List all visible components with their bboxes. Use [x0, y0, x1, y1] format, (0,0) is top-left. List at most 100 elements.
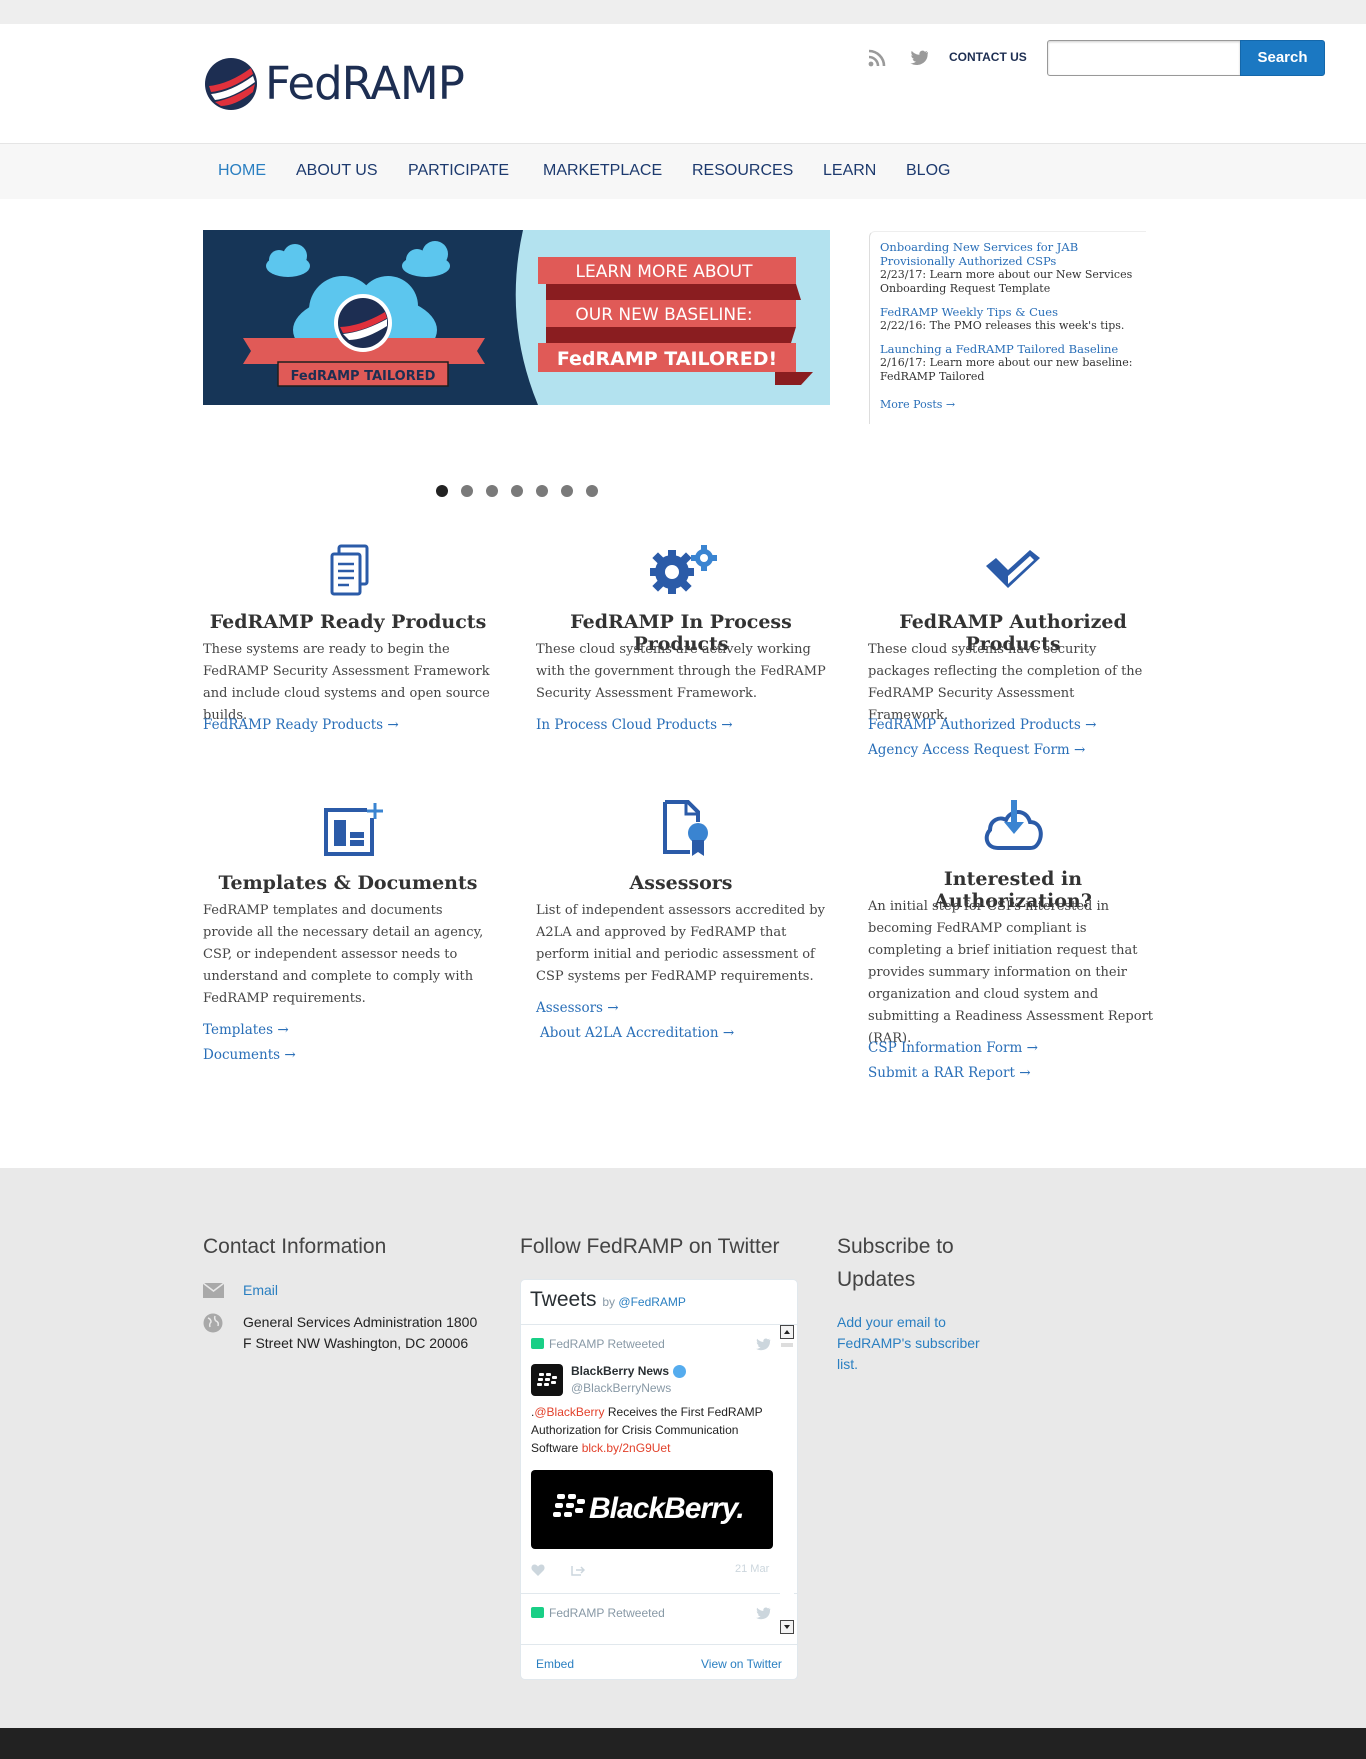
tweets-title: Tweets	[530, 1288, 597, 1311]
feature-link[interactable]: Agency Access Request Form →	[868, 742, 1085, 758]
slider-dot[interactable]	[486, 485, 498, 497]
news-desc: 2/22/16: The PMO releases this week's ti…	[880, 319, 1125, 332]
fedramp-logo[interactable]: FedRAMP	[203, 56, 483, 114]
twitter-bird-icon[interactable]	[755, 1338, 771, 1351]
account-handle[interactable]: @BlackBerryNews	[571, 1381, 671, 1395]
tweet-url-link[interactable]: blck.by/2nG9Uet	[582, 1441, 671, 1455]
email-link[interactable]: Email	[243, 1282, 278, 1298]
nav-learn[interactable]: LEARN	[823, 162, 876, 180]
retweeted-label: FedRAMP Retweeted	[549, 1606, 665, 1620]
retweet-icon	[531, 1338, 544, 1349]
nav-resources[interactable]: RESOURCES	[692, 162, 793, 180]
feature-link[interactable]: Templates →	[203, 1022, 289, 1038]
document-stack-icon	[330, 544, 369, 596]
fedramp-logo-icon	[205, 58, 257, 110]
news-item: FedRAMP Weekly Tips & Cues 2/22/16: The …	[880, 305, 1146, 333]
contact-us-link[interactable]: CONTACT US	[949, 50, 1027, 64]
heart-icon[interactable]	[531, 1564, 545, 1576]
tweet-text: .@BlackBerry Receives the First FedRAMP …	[531, 1403, 771, 1457]
rss-icon[interactable]	[868, 49, 886, 67]
tweets-by-label: by	[602, 1295, 616, 1309]
retweeted-label: FedRAMP Retweeted	[549, 1337, 665, 1351]
hero-banner[interactable]: FedRAMP TAILORED LEARN MORE ABOUT OUR NE…	[203, 230, 830, 405]
slider-dot[interactable]	[586, 485, 598, 497]
news-item: Onboarding New Services for JAB Provisio…	[880, 240, 1146, 296]
twitter-timeline-widget: Tweets by @FedRAMP FedRAMP Retweeted Bla…	[520, 1279, 798, 1680]
feature-link[interactable]: FedRAMP Authorized Products →	[868, 717, 1096, 733]
feature-link[interactable]: About A2LA Accreditation →	[540, 1025, 734, 1041]
contact-info-heading: Contact Information	[203, 1235, 387, 1258]
logo-text: FedRAMP	[265, 57, 465, 110]
card-brand-text: BlackBerry.	[589, 1492, 745, 1525]
search-input[interactable]	[1047, 40, 1241, 76]
slider-dot[interactable]	[561, 485, 573, 497]
feature-assessors: Assessors List of independent assessors …	[536, 800, 826, 1060]
mention-link[interactable]: @BlackBerry	[534, 1405, 604, 1419]
nav-blog[interactable]: BLOG	[906, 162, 950, 180]
globe-icon	[203, 1313, 223, 1333]
view-on-twitter-link[interactable]: View on Twitter	[701, 1657, 782, 1671]
news-desc: 2/16/17: Learn more about our new baseli…	[880, 356, 1133, 383]
feature-interested-authorization: Interested in Authorization? An initial …	[868, 800, 1158, 1090]
feature-link[interactable]: FedRAMP Ready Products →	[203, 717, 399, 733]
news-title[interactable]: Onboarding New Services for JAB Provisio…	[880, 240, 1146, 268]
feature-title: Templates & Documents	[218, 872, 478, 894]
slider-dot[interactable]	[536, 485, 548, 497]
banner-line-3: FedRAMP TAILORED!	[557, 348, 777, 370]
slider-dot[interactable]	[461, 485, 473, 497]
twitter-bird-icon[interactable]	[755, 1607, 771, 1620]
feature-authorized-products: FedRAMP Authorized Products These cloud …	[868, 540, 1158, 760]
feature-in-process-products: FedRAMP In Process Products These cloud …	[536, 540, 826, 740]
fedramp-handle-link[interactable]: @FedRAMP	[618, 1295, 686, 1309]
subscribe-heading: Subscribe to Updates	[837, 1235, 954, 1291]
news-title[interactable]: FedRAMP Weekly Tips & Cues	[880, 305, 1146, 319]
feature-link[interactable]: In Process Cloud Products →	[536, 717, 733, 733]
slider-dot[interactable]	[511, 485, 523, 497]
blackberry-logo-icon	[537, 1373, 557, 1386]
feature-title: Assessors	[629, 872, 733, 894]
bottom-bar	[0, 1728, 1366, 1759]
embed-link[interactable]: Embed	[536, 1657, 574, 1671]
main-nav: HOME ABOUT US PARTICIPATE MARKETPLACE RE…	[0, 143, 1366, 199]
search-button[interactable]: Search	[1240, 40, 1325, 76]
account-name[interactable]: BlackBerry News	[571, 1364, 669, 1378]
feature-ready-products: FedRAMP Ready Products These systems are…	[203, 540, 493, 740]
banner-line-2: OUR NEW BASELINE:	[575, 305, 752, 325]
widget-footer: Embed View on Twitter	[521, 1644, 797, 1679]
templates-icon	[324, 802, 383, 856]
news-desc: 2/23/17: Learn more about our New Servic…	[880, 268, 1133, 295]
nav-marketplace[interactable]: MARKETPLACE	[543, 162, 662, 180]
divider	[521, 1593, 797, 1594]
subscribe-link[interactable]: Add your email to FedRAMP's subscriber l…	[837, 1312, 997, 1375]
share-icon[interactable]	[571, 1564, 585, 1576]
feature-link[interactable]: Assessors →	[536, 1000, 619, 1016]
tweet-date[interactable]: 21 Mar	[735, 1563, 769, 1575]
blackberry-avatar[interactable]	[531, 1364, 563, 1396]
nav-home[interactable]: HOME	[218, 162, 266, 180]
more-posts-link[interactable]: More Posts →	[880, 398, 955, 411]
feature-text: FedRAMP templates and documents provide …	[203, 903, 484, 1006]
feature-text: These cloud systems have security packag…	[868, 642, 1143, 723]
feature-templates-documents: Templates & Documents FedRAMP templates …	[203, 800, 493, 1070]
feature-link[interactable]: CSP Information Form →	[868, 1040, 1038, 1056]
timeline-scrollbar[interactable]	[780, 1325, 794, 1634]
news-title[interactable]: Launching a FedRAMP Tailored Baseline	[880, 342, 1146, 356]
feature-text: An initial step for CSPs interested in b…	[868, 899, 1154, 1046]
news-item: Launching a FedRAMP Tailored Baseline 2/…	[880, 342, 1146, 384]
nav-participate[interactable]: PARTICIPATE	[408, 162, 509, 180]
slider-dot[interactable]	[436, 485, 448, 497]
tweet-media-card[interactable]: BlackBerry.	[531, 1470, 773, 1549]
banner-graphic: FedRAMP TAILORED LEARN MORE ABOUT OUR NE…	[203, 230, 830, 405]
twitter-icon[interactable]	[910, 50, 928, 66]
feature-link[interactable]: Submit a RAR Report →	[868, 1065, 1031, 1081]
retweet-icon	[531, 1607, 544, 1618]
postal-address: General Services Administration 1800 F S…	[243, 1314, 478, 1351]
feature-link[interactable]: Documents →	[203, 1047, 296, 1063]
verified-badge-icon	[673, 1365, 686, 1378]
nav-about-us[interactable]: ABOUT US	[296, 162, 378, 180]
envelope-icon	[203, 1283, 224, 1298]
feature-text: These systems are ready to begin the Fed…	[203, 642, 490, 723]
banner-badge-text: FedRAMP TAILORED	[291, 369, 436, 384]
news-sidebar: Onboarding New Services for JAB Provisio…	[869, 231, 1146, 424]
blackberry-card-logo-icon	[553, 1494, 585, 1517]
